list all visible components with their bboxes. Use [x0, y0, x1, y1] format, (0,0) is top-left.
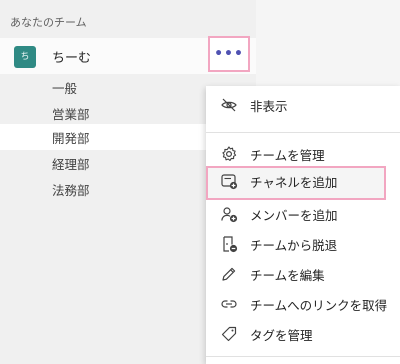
menu-item-label: メンバーを追加	[250, 208, 338, 223]
edit-pencil-icon	[220, 265, 238, 283]
menu-item-manage-team[interactable]: チームを管理	[206, 139, 400, 169]
menu-item-label: タグを管理	[250, 328, 313, 343]
channel-label: 経理部	[52, 157, 90, 172]
team-context-menu: 非表示 チームを管理 チャネルを追加 メンバーを追加 チームから脱退 チームを編…	[206, 86, 400, 364]
add-channel-icon	[220, 172, 238, 190]
team-avatar: ち	[14, 46, 36, 68]
section-header-your-teams: あなたのチーム	[10, 16, 87, 29]
link-icon	[220, 295, 238, 313]
menu-item-label: チームから脱退	[250, 238, 338, 253]
menu-item-edit-team[interactable]: チームを編集	[206, 259, 400, 289]
channel-label: 一般	[52, 81, 78, 96]
hide-icon	[220, 96, 238, 114]
menu-divider	[206, 132, 400, 133]
menu-item-hide[interactable]: 非表示	[206, 90, 400, 120]
gear-icon	[220, 145, 238, 163]
menu-item-leave-team[interactable]: チームから脱退	[206, 229, 400, 259]
leave-team-icon	[220, 235, 238, 253]
channel-label: 営業部	[52, 107, 90, 122]
channel-label: 開発部	[52, 131, 90, 146]
menu-item-add-channel[interactable]: チャネルを追加	[206, 166, 386, 200]
menu-item-label: チームを編集	[250, 268, 325, 283]
menu-item-add-member[interactable]: メンバーを追加	[206, 199, 400, 229]
menu-item-label: チームを管理	[250, 148, 325, 163]
team-name: ちーむ	[52, 51, 92, 66]
teams-app: あなたのチーム ち ちーむ 一般 営業部 開発部 経理部 法務部 ••• 非表示…	[0, 0, 400, 364]
ellipsis-icon: •••	[214, 46, 244, 62]
tag-icon	[220, 325, 238, 343]
menu-item-manage-tags[interactable]: タグを管理	[206, 319, 400, 349]
channel-label: 法務部	[52, 183, 90, 198]
menu-item-label: チャネルを追加	[250, 175, 338, 190]
more-options-button[interactable]: •••	[208, 36, 250, 72]
menu-item-label: 非表示	[250, 99, 288, 114]
add-member-icon	[220, 205, 238, 223]
menu-item-get-team-link[interactable]: チームへのリンクを取得	[206, 289, 400, 319]
menu-divider	[206, 356, 400, 357]
menu-item-label: チームへのリンクを取得	[250, 298, 388, 313]
